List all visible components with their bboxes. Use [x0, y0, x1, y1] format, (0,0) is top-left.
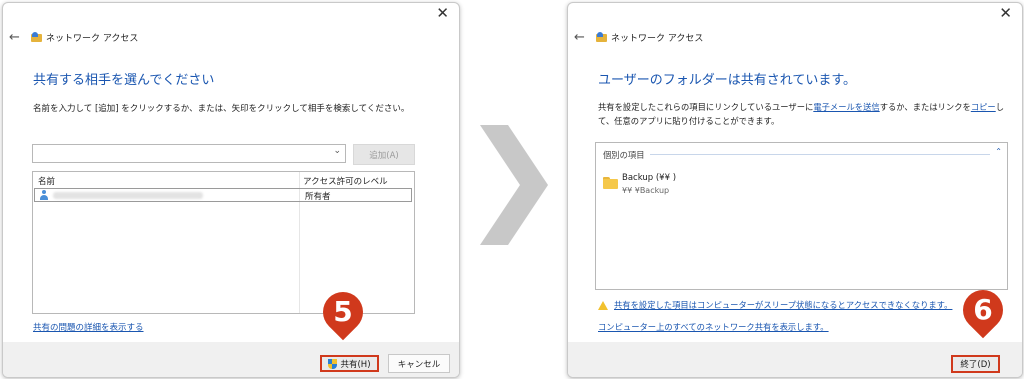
window-title: ネットワーク アクセス	[611, 33, 704, 44]
shared-items-list: 個別の項目 ⌃ Backup (¥¥ ) ¥¥ ¥Backup	[595, 142, 1008, 290]
permission-level[interactable]: 所有者	[305, 190, 331, 202]
cancel-button[interactable]: キャンセル	[388, 354, 450, 373]
users-table: 名前 アクセス許可のレベル 所有者	[32, 171, 415, 314]
group-divider	[650, 154, 990, 155]
shield-icon	[328, 358, 338, 369]
name-combobox[interactable]: ⌄	[32, 144, 346, 163]
description-part: するか、またはリンクを	[879, 102, 971, 112]
network-folder-icon	[31, 32, 42, 42]
table-row[interactable]: 所有者	[34, 188, 412, 202]
step-marker-6-number: 6	[973, 293, 993, 326]
page-heading: 共有する相手を選んでください	[33, 73, 215, 88]
back-arrow-icon[interactable]: ←	[9, 30, 25, 45]
network-folder-icon	[596, 32, 607, 42]
column-header-name[interactable]: 名前	[38, 175, 55, 187]
chevron-right-icon	[480, 125, 548, 245]
group-header: 個別の項目	[603, 150, 645, 160]
page-heading: ユーザーのフォルダーは共有されています。	[598, 73, 857, 88]
warning-icon	[598, 300, 608, 310]
shared-item-path: ¥¥ ¥Backup	[622, 186, 670, 195]
folder-icon	[603, 177, 618, 189]
column-header-permission[interactable]: アクセス許可のレベル	[303, 175, 388, 187]
all-network-shares-link[interactable]: コンピューター上のすべてのネットワーク共有を表示します。	[598, 321, 829, 333]
titlebar: ← ネットワーク アクセス	[9, 29, 138, 45]
share-button[interactable]: 共有(H)	[320, 355, 379, 372]
finish-button[interactable]: 終了(D)	[951, 355, 1000, 373]
add-button[interactable]: 追加(A)	[353, 144, 415, 165]
copy-link[interactable]: コピー	[971, 102, 996, 112]
sharing-help-link[interactable]: 共有の問題の詳細を表示する	[33, 321, 144, 333]
sleep-warning-link[interactable]: 共有を設定した項目はコンピューターがスリープ状態になるとアクセスできなくなります…	[614, 299, 952, 311]
close-icon[interactable]: ✕	[436, 6, 449, 21]
description-part: 共有を設定したこれらの項目にリンクしているユーザーに	[598, 102, 814, 112]
close-icon[interactable]: ✕	[999, 6, 1012, 21]
collapse-icon[interactable]: ⌃	[995, 147, 1002, 156]
share-button-label: 共有(H)	[340, 359, 371, 370]
shared-item-name[interactable]: Backup (¥¥ )	[622, 173, 676, 183]
redacted-user-name	[53, 192, 203, 199]
share-people-dialog: ✕ ← ネットワーク アクセス 共有する相手を選んでください 名前を入力して […	[2, 2, 460, 378]
back-arrow-icon[interactable]: ←	[574, 30, 590, 45]
warning-row: 共有を設定した項目はコンピューターがスリープ状態になるとアクセスできなくなります…	[598, 299, 952, 311]
titlebar: ← ネットワーク アクセス	[574, 29, 703, 45]
step-marker-5-number: 5	[333, 295, 353, 328]
chevron-down-icon[interactable]: ⌄	[333, 146, 341, 156]
send-email-link[interactable]: 電子メールを送信	[813, 102, 879, 112]
sharing-complete-dialog: ✕ ← ネットワーク アクセス ユーザーのフォルダーは共有されています。 共有を…	[567, 2, 1023, 378]
instruction-text: 名前を入力して [追加] をクリックするか、または、矢印をクリックして相手を検索…	[33, 104, 410, 114]
user-icon	[40, 190, 48, 200]
window-title: ネットワーク アクセス	[46, 33, 139, 44]
description-text: 共有を設定したこれらの項目にリンクしているユーザーに電子メールを送信するか、また…	[598, 100, 1008, 128]
